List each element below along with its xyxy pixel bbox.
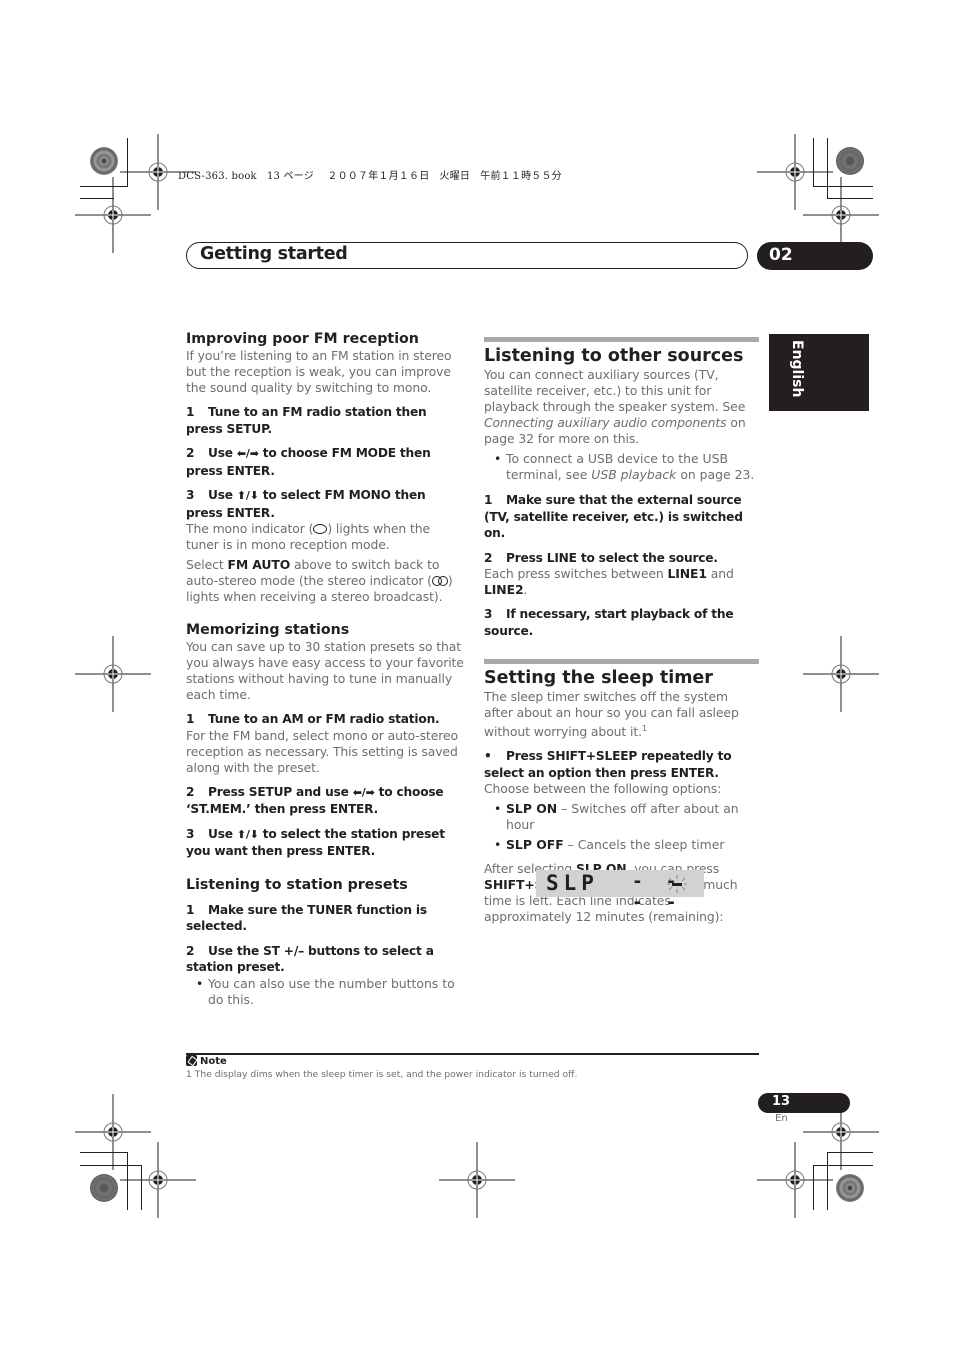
sleep-timer-display: SLP - - - -: [536, 870, 704, 913]
note-heading: Note: [186, 1055, 227, 1067]
section-heading: Setting the sleep timer: [484, 659, 759, 689]
left-right-arrows-icon: ⬅/➡: [236, 447, 259, 460]
step: 2 Press LINE to select the source.: [484, 550, 718, 565]
registration-mark-icon: [74, 1093, 152, 1171]
step: 1 Make sure that the external source (TV,…: [484, 493, 743, 540]
paragraph: The sleep timer switches off the system …: [484, 689, 739, 740]
paragraph: You can connect auxiliary sources (TV, s…: [484, 367, 746, 446]
registration-mark-icon: [802, 635, 880, 713]
up-down-arrows-icon: ⬆/⬇: [236, 489, 259, 502]
registration-mark-icon: [74, 635, 152, 713]
step: 3 Use ⬆/⬇ to select FM MONO then press EN…: [186, 488, 426, 520]
bullet-item: • You can also use the number buttons to …: [196, 975, 455, 1007]
step: 3 Use ⬆/⬇ to select the station preset yo…: [186, 826, 445, 859]
step: 1 Tune to an AM or FM radio station.: [186, 712, 440, 726]
registration-mark-icon: [756, 1141, 834, 1219]
page-number: 13: [772, 1094, 791, 1109]
step: 3 If necessary, start playback of the sou…: [484, 607, 734, 638]
registration-mark-icon: [74, 176, 152, 254]
registration-mark-icon: [756, 133, 834, 211]
section-heading: Listening to station presets: [186, 876, 408, 893]
chapter-header: Getting started: [186, 242, 748, 269]
left-right-arrows-icon: ⬅/➡: [352, 785, 375, 799]
step: • Press SHIFT+SLEEP repeatedly to select …: [484, 749, 732, 780]
print-page: 13: [266, 171, 281, 182]
step: 1 Tune to an FM radio station then press …: [186, 405, 427, 436]
paragraph: For the FM band, select mono or auto-ste…: [186, 727, 459, 775]
paragraph: Select FM AUTO above to switch back to a…: [186, 557, 453, 604]
stereo-indicator-icon: [431, 576, 448, 586]
section-heading: Memorizing stations: [186, 622, 350, 638]
paragraph: Choose between the following options:: [484, 781, 722, 797]
print-weekday: 火曜日: [439, 171, 471, 182]
fm-reception-section: Improving poor FM reception If you’re li…: [186, 330, 464, 605]
print-metadata: DCS-363. book 13 ページ ２００７年１月１６日 火曜日 午前１１…: [178, 167, 562, 182]
paragraph: You can save up to 30 station presets so…: [186, 639, 464, 702]
page-number-badge: 13: [758, 1093, 850, 1113]
language-tab-label: English: [789, 340, 805, 398]
language-tab: English: [769, 334, 869, 411]
footnote-text: 1 The display dims when the sleep timer …: [186, 1069, 578, 1080]
step: 2 Press SETUP and use ⬅/➡ to choose ‘ST.M…: [186, 784, 444, 817]
presets-section: Listening to station presets 1 Make sure …: [186, 876, 464, 1008]
chapter-number-badge: 02: [757, 242, 873, 270]
blinking-segment-icon: [667, 875, 687, 893]
cross-reference-link[interactable]: USB playback: [591, 467, 676, 482]
left-column: Improving poor FM reception If you’re li…: [186, 330, 464, 1008]
chapter-number: 02: [769, 245, 793, 265]
step: 2 Use ⬅/➡ to choose FM MODE then press EN…: [186, 446, 431, 478]
note-divider: [186, 1053, 759, 1055]
paragraph: The mono indicator () lights when the tu…: [186, 521, 430, 552]
mono-indicator-icon: [313, 524, 328, 534]
section-heading: Listening to other sources: [484, 337, 759, 367]
page-language-code: En: [775, 1113, 788, 1124]
right-column: Listening to other sources You can conne…: [484, 337, 759, 925]
memorizing-section: Memorizing stations You can save up to 3…: [186, 621, 464, 860]
chapter-title: Getting started: [200, 244, 348, 264]
print-time: 午前１１時５５分: [480, 171, 562, 182]
option-item: • SLP ON – Switches off after about an ho…: [494, 801, 739, 833]
paragraph: If you’re listening to an FM station in …: [186, 348, 452, 395]
display-label: SLP: [546, 871, 599, 895]
step: 2 Use the ST +/– buttons to select a stat…: [186, 943, 434, 975]
registration-marks: [74, 133, 880, 1219]
option-item: • SLP OFF – Cancels the sleep timer: [494, 837, 725, 853]
step: 1 Make sure the TUNER function is selecte…: [186, 902, 427, 934]
footnote-ref: 1: [641, 724, 647, 733]
print-file: DCS-363. book: [178, 171, 257, 182]
print-page-suffix: ページ: [283, 171, 314, 182]
cross-reference-link[interactable]: Connecting auxiliary audio components: [484, 415, 727, 430]
other-sources-section: Listening to other sources You can conne…: [484, 337, 759, 639]
note-pencil-icon: [186, 1055, 197, 1066]
paragraph: Each press switches between LINE1 and LI…: [484, 566, 734, 597]
registration-mark-icon: [119, 1141, 197, 1219]
registration-mark-icon: [438, 1141, 516, 1219]
section-heading: Improving poor FM reception: [186, 331, 419, 347]
print-date: ２００７年１月１６日: [327, 171, 430, 182]
bullet-item: • To connect a USB device to the USB term…: [494, 451, 755, 482]
up-down-arrows-icon: ⬆/⬇: [236, 827, 259, 841]
